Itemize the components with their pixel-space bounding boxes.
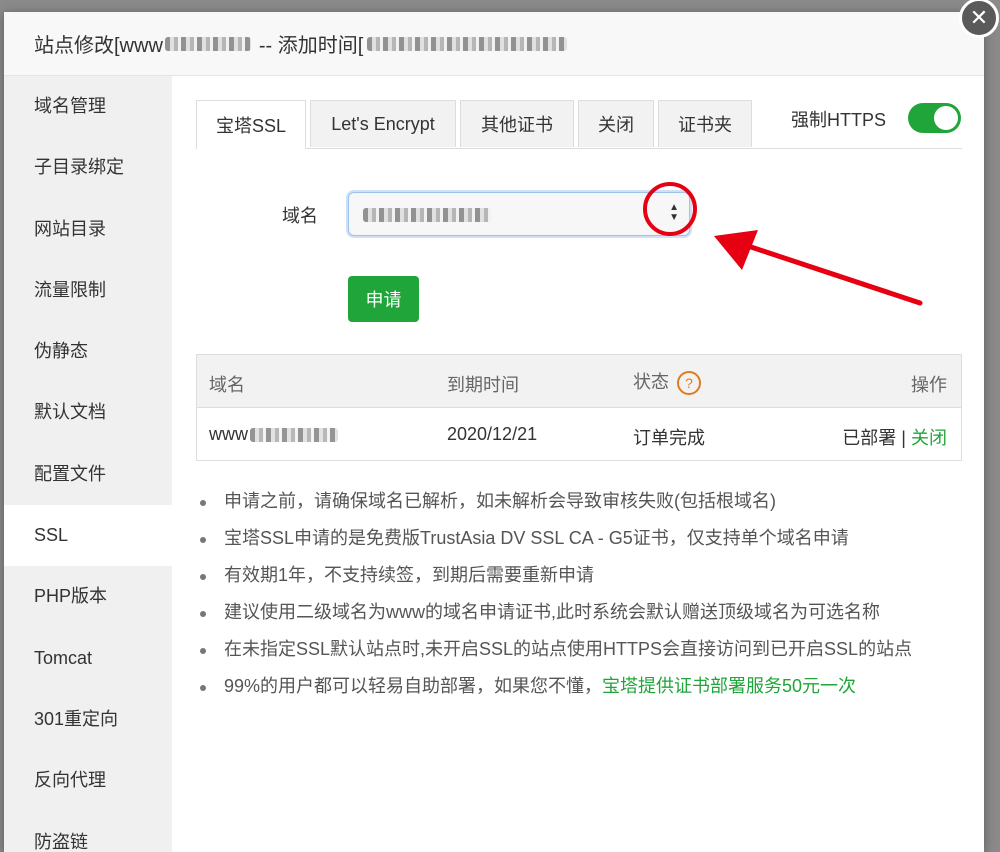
sidebar-item-ssl[interactable]: SSL (4, 505, 172, 567)
close-link[interactable]: 关闭 (911, 428, 947, 448)
sidebar-item-reverse-proxy[interactable]: 反向代理 (4, 750, 172, 811)
tab-baota-ssl[interactable]: 宝塔SSL (196, 100, 306, 149)
ssl-panel: 宝塔SSL Let's Encrypt 其他证书 关闭 证书夹 强制HTTPS … (172, 76, 984, 852)
row-domain-prefix: www (209, 424, 248, 444)
help-icon[interactable]: ? (677, 371, 701, 396)
col-expire: 到期时间 (447, 375, 519, 395)
col-domain: 域名 (209, 375, 245, 395)
tab-cert-folder[interactable]: 证书夹 (658, 100, 752, 147)
sidebar-item-subdir-bind[interactable]: 子目录绑定 (4, 137, 172, 198)
row-actions: 已部署 | 关闭 (842, 424, 947, 450)
deployed-text: 已部署 (842, 428, 897, 448)
list-item: 有效期1年，不支持续签，到期后需要重新申请 (196, 562, 912, 599)
sidebar-item-hotlink[interactable]: 防盗链 (4, 812, 172, 852)
notes-list: 申请之前，请确保域名已解析，如未解析会导致审核失败(包括根域名) 宝塔SSL申请… (196, 488, 912, 710)
sidebar-item-php-version[interactable]: PHP版本 (4, 566, 172, 627)
cert-table: 域名 到期时间 状态? 操作 www 2020/12/21 订单完成 已部署 |… (196, 354, 962, 461)
col-status: 状态? (633, 368, 701, 396)
tab-lets-encrypt[interactable]: Let's Encrypt (310, 100, 456, 147)
row-expire: 2020/12/21 (447, 424, 538, 444)
table-header: 域名 到期时间 状态? 操作 (197, 355, 961, 408)
apply-button[interactable]: 申请 (348, 276, 419, 322)
list-item: 申请之前，请确保域名已解析，如未解析会导致审核失败(包括根域名) (196, 488, 912, 525)
domain-field-label: 域名 (282, 206, 318, 226)
sidebar-item-tomcat[interactable]: Tomcat (4, 628, 172, 689)
redacted-domain (164, 36, 251, 51)
sidebar-item-default-doc[interactable]: 默认文档 (4, 382, 172, 443)
close-icon[interactable]: ✕ (959, 0, 999, 38)
sidebar-item-config-file[interactable]: 配置文件 (4, 444, 172, 505)
tab-other-cert[interactable]: 其他证书 (460, 100, 574, 147)
sidebar: 域名管理 子目录绑定 网站目录 流量限制 伪静态 默认文档 配置文件 SSL P… (4, 76, 172, 852)
toggle-knob (934, 106, 958, 130)
force-https-toggle[interactable] (908, 103, 961, 133)
sidebar-item-traffic-limit[interactable]: 流量限制 (4, 260, 172, 321)
sidebar-item-site-dir[interactable]: 网站目录 (4, 199, 172, 260)
domain-select[interactable]: ▲ ▼ (348, 192, 690, 236)
dialog-title: 站点修改[www -- 添加时间[ (4, 12, 984, 76)
site-settings-dialog: 站点修改[www -- 添加时间[ 域名管理 子目录绑定 网站目录 流量限制 伪… (4, 12, 984, 852)
list-item: 在未指定SSL默认站点时,未开启SSL的站点使用HTTPS会直接访问到已开启SS… (196, 636, 912, 673)
redacted-domain-value (363, 208, 491, 222)
col-status-label: 状态 (633, 372, 669, 392)
row-status: 订单完成 (633, 428, 705, 448)
force-https-label: 强制HTTPS (791, 110, 887, 130)
dialog-title-prefix: 站点修改[www (34, 35, 163, 57)
list-item: 建议使用二级域名为www的域名申请证书,此时系统会默认赠送顶级域名为可选名称 (196, 599, 912, 636)
redacted-time (367, 36, 568, 51)
tab-close[interactable]: 关闭 (578, 100, 654, 147)
list-item: 宝塔SSL申请的是免费版TrustAsia DV SSL CA - G5证书，仅… (196, 525, 912, 562)
sidebar-item-domain-manage[interactable]: 域名管理 (4, 76, 172, 137)
col-action: 操作 (911, 375, 947, 395)
dialog-title-middle: -- 添加时间[ (258, 35, 364, 57)
annotation-arrow-icon (714, 230, 923, 306)
deploy-service-link[interactable]: 宝塔提供证书部署服务50元一次 (602, 676, 856, 696)
table-row: www 2020/12/21 订单完成 已部署 | 关闭 (197, 408, 961, 460)
row-domain: www (209, 424, 338, 445)
redacted-row-domain (250, 428, 338, 443)
annotation-circle (643, 182, 697, 236)
sidebar-item-redirect-301[interactable]: 301重定向 (4, 689, 172, 750)
action-separator: | (901, 428, 906, 448)
list-item: 99%的用户都可以轻易自助部署，如果您不懂，宝塔提供证书部署服务50元一次 (196, 673, 912, 710)
sidebar-item-rewrite[interactable]: 伪静态 (4, 321, 172, 382)
note-text: 99%的用户都可以轻易自助部署，如果您不懂， (224, 676, 603, 696)
